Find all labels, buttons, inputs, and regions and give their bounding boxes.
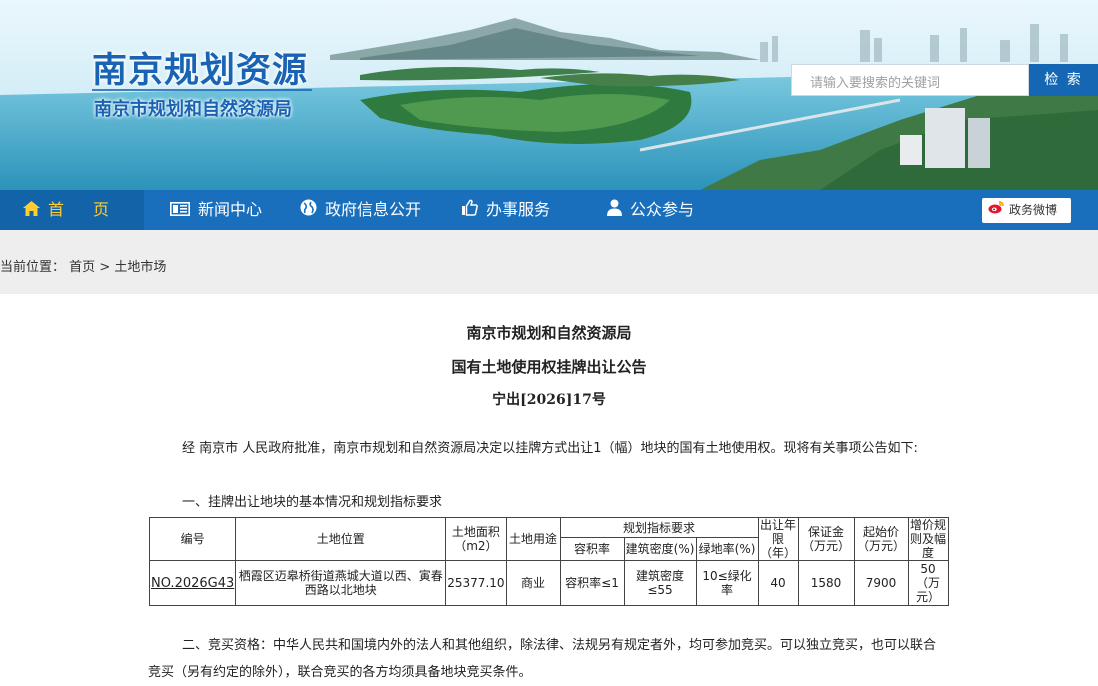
th-term: 出让年限（年） <box>757 517 799 561</box>
nav-label-gov-info: 政府信息公开 <box>325 200 422 219</box>
cell-far: 容积率≤1 <box>559 560 625 606</box>
breadcrumb-home-link[interactable]: 首页 <box>69 260 95 275</box>
table-row: NO.2026G43 栖霞区迈皋桥街道燕城大道以西、寅春西路以北地块 25377… <box>148 560 949 606</box>
user-icon <box>607 191 622 231</box>
title-divider <box>92 89 312 91</box>
nav-item-participation[interactable]: 公众参与 <box>607 190 694 230</box>
section-1-heading: 一、挂牌出让地块的基本情况和规划指标要求 <box>182 495 443 510</box>
globe-icon <box>300 191 317 231</box>
news-icon <box>170 191 190 231</box>
th-planning: 规划指标要求 <box>559 516 759 539</box>
lot-code-link[interactable]: NO.2026G43 <box>151 576 234 591</box>
th-far: 容积率 <box>559 537 625 561</box>
search-input[interactable]: 请输入要搜索的关键词 <box>791 64 1029 96</box>
main-nav: 首 页 新闻中心 政府信息公开 办事服务 公众参与 政务微博 <box>0 190 1098 230</box>
header-banner: 南京规划资源 南京市规划和自然资源局 请输入要搜索的关键词 检 索 <box>0 0 1098 190</box>
search-button[interactable]: 检 索 <box>1029 64 1098 96</box>
cell-density: 建筑密度≤55 <box>623 560 697 606</box>
breadcrumb-bar: 当前位置： 首页 > 土地市场 <box>0 230 1098 294</box>
breadcrumb-separator: > <box>99 260 111 275</box>
nav-label-services: 办事服务 <box>486 200 551 219</box>
th-start-price: 起始价（万元） <box>853 517 909 561</box>
th-code: 编号 <box>148 517 237 561</box>
nav-label-participation: 公众参与 <box>630 200 695 219</box>
cell-location: 栖霞区迈皋桥街道燕城大道以西、寅春西路以北地块 <box>235 560 447 606</box>
cell-increment: 50（万元） <box>907 560 949 606</box>
cell-use: 商业 <box>505 560 561 606</box>
site-title: 南京规划资源 <box>92 51 309 91</box>
nav-label-home: 首 页 <box>47 200 122 219</box>
th-density: 建筑密度(%) <box>623 537 697 561</box>
nav-item-home[interactable]: 首 页 <box>0 190 144 230</box>
weibo-label: 政务微博 <box>1009 203 1058 217</box>
th-deposit: 保证金（万元） <box>797 517 855 561</box>
nav-item-gov-info[interactable]: 政府信息公开 <box>300 190 421 230</box>
th-use: 土地用途 <box>505 517 561 561</box>
nav-item-services[interactable]: 办事服务 <box>461 190 550 230</box>
th-green: 绿地率(%) <box>695 537 759 561</box>
cell-green: 10≤绿化率 <box>695 560 759 606</box>
th-location: 土地位置 <box>235 517 447 561</box>
weibo-icon <box>988 198 1005 223</box>
article-intro: 经 南京市 人民政府批准，南京市规划和自然资源局决定以挂牌方式出让1（幅）地块的… <box>182 441 918 456</box>
site-subtitle: 南京市规划和自然资源局 <box>94 99 292 120</box>
breadcrumb-current-link[interactable]: 土地市场 <box>114 260 166 275</box>
breadcrumb: 当前位置： 首页 > 土地市场 <box>0 256 166 275</box>
thumbs-up-icon <box>461 191 478 231</box>
land-parcel-table: 编号 土地位置 土地面积（m2） 土地用途 规划指标要求 出让年限（年） 保证金… <box>148 516 949 606</box>
cell-start-price: 7900 <box>853 560 909 606</box>
cell-area: 25377.10 <box>445 560 507 606</box>
th-increment: 增价规则及幅度 <box>907 517 949 561</box>
cell-deposit: 1580 <box>797 560 855 606</box>
nav-item-news[interactable]: 新闻中心 <box>170 190 262 230</box>
weibo-button[interactable]: 政务微博 <box>982 198 1071 223</box>
article-title: 国有土地使用权挂牌出让公告 <box>451 358 647 376</box>
nav-label-news: 新闻中心 <box>198 200 263 219</box>
breadcrumb-prefix: 当前位置： <box>0 260 66 275</box>
article-number: 宁出[2026]17号 <box>492 392 606 408</box>
th-area: 土地面积（m2） <box>445 517 507 561</box>
cell-term: 40 <box>757 560 799 606</box>
home-icon <box>22 191 40 231</box>
cell-code: NO.2026G43 <box>148 560 237 606</box>
section-2-paragraph: 二、竞买资格：中华人民共和国境内外的法人和其他组织，除法律、法规另有规定者外，均… <box>148 638 937 680</box>
article-org: 南京市规划和自然资源局 <box>466 324 632 342</box>
